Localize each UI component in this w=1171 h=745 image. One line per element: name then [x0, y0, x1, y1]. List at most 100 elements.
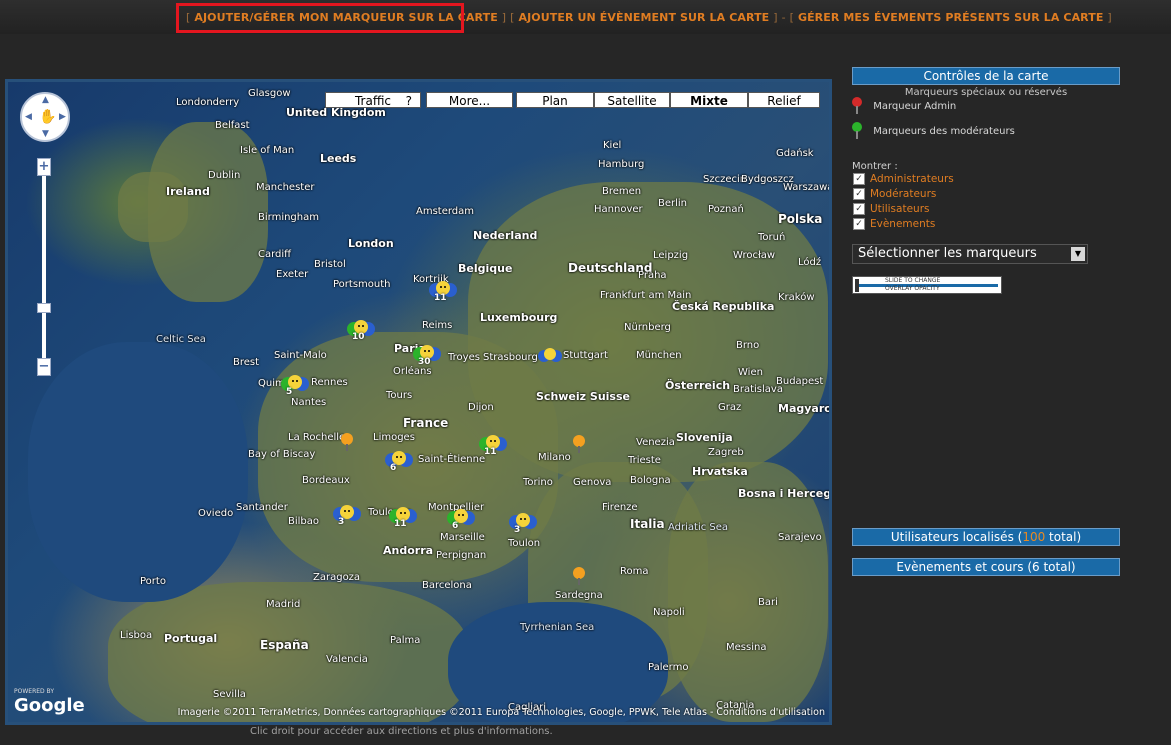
checkbox-admins[interactable]: ✓ Administrateurs	[853, 173, 954, 185]
place-label: Brest	[233, 357, 260, 368]
cluster-marker[interactable]: 5	[280, 372, 309, 397]
cluster-marker[interactable]: 11	[428, 278, 457, 303]
cluster-marker[interactable]: 11	[388, 504, 417, 529]
map-type-plan[interactable]: Plan	[516, 92, 594, 108]
place-label: Berlin	[658, 198, 688, 209]
users-prefix: Utilisateurs localisés (	[890, 530, 1023, 544]
user-marker[interactable]	[538, 344, 562, 366]
cluster-count: 6	[390, 463, 397, 473]
place-label: Londonderry	[176, 97, 240, 108]
cluster-marker[interactable]: 6	[446, 506, 475, 531]
pan-left-icon[interactable]: ◀	[25, 112, 32, 122]
opacity-slider[interactable]: SLIDE TO CHANGE OVERLAY OPACITY	[852, 276, 1002, 294]
place-label: London	[348, 237, 394, 250]
checkbox-label: Evènements	[870, 218, 936, 230]
zoom-in-button[interactable]: +	[37, 158, 51, 176]
traffic-help-icon[interactable]: ?	[406, 93, 412, 109]
checkbox-moderators[interactable]: ✓ Modérateurs	[853, 188, 936, 200]
checkbox-users[interactable]: ✓ Utilisateurs	[853, 203, 929, 215]
pan-control[interactable]: ▲ ▼ ◀ ▶ ✋	[20, 92, 70, 142]
place-label: Poznań	[708, 204, 744, 215]
place-label: Cardiff	[258, 249, 292, 260]
place-label: Magyarország	[778, 402, 829, 415]
add-event-link[interactable]: AJOUTER UN ÉVÈNEMENT SUR LA CARTE	[518, 11, 769, 24]
place-label: Glasgow	[248, 88, 291, 99]
pan-up-icon[interactable]: ▲	[42, 95, 49, 105]
place-label: Italia	[630, 517, 665, 531]
place-label: Österreich	[665, 379, 731, 392]
google-logo[interactable]: POWERED BY Google	[14, 688, 85, 716]
place-label: Ireland	[166, 185, 210, 198]
land-balkans	[668, 462, 828, 722]
more-button[interactable]: More...	[426, 92, 513, 108]
place-label: Firenze	[602, 502, 638, 513]
place-label: Sevilla	[213, 689, 246, 700]
place-label: Bordeaux	[302, 475, 350, 486]
checkbox-events[interactable]: ✓ Evènements	[853, 218, 935, 230]
pan-right-icon[interactable]: ▶	[59, 112, 66, 122]
place-label: Slovenija	[676, 431, 733, 444]
place-label: Messina	[726, 642, 767, 653]
place-label: Orléans	[393, 366, 432, 377]
map-type-mixte[interactable]: Mixte	[670, 92, 748, 108]
map-attribution: Imagerie ©2011 TerraMetrics, Données car…	[177, 707, 825, 718]
checkbox-icon[interactable]: ✓	[853, 203, 865, 215]
cluster-icon	[281, 375, 309, 391]
water-mediterranean	[448, 602, 668, 722]
place-label: Toulon	[508, 538, 541, 549]
localized-users-header[interactable]: Utilisateurs localisés (100 total)	[852, 528, 1120, 546]
zoom-control[interactable]: + −	[37, 158, 51, 376]
place-label: España	[260, 638, 309, 652]
place-label: La Rochelle	[288, 432, 346, 443]
zoom-slider-thumb[interactable]	[37, 303, 51, 313]
event-marker[interactable]	[340, 432, 362, 454]
place-label: Bratislava	[733, 384, 783, 395]
top-nav-bar: [ AJOUTER/GÉRER MON MARQUEUR SUR LA CART…	[0, 0, 1171, 34]
zoom-slider-track[interactable]	[42, 176, 46, 358]
place-label: Exeter	[276, 269, 309, 280]
place-label: Limoges	[373, 432, 415, 443]
separator: -	[781, 11, 786, 24]
cluster-marker[interactable]: 3	[332, 502, 361, 527]
place-label: Bydgoszcz	[741, 174, 794, 185]
cluster-marker[interactable]: 30	[412, 342, 441, 367]
marker-select[interactable]: Sélectionner les marqueurs ▼	[852, 244, 1088, 264]
cluster-marker[interactable]: 11	[478, 432, 507, 457]
map-controls-header: Contrôles de la carte	[852, 67, 1120, 85]
place-label: Polska	[778, 212, 823, 226]
place-label: Hannover	[594, 204, 643, 215]
place-label: Celtic Sea	[156, 334, 206, 345]
place-label: Leeds	[320, 152, 357, 165]
checkbox-icon[interactable]: ✓	[853, 188, 865, 200]
place-label: Zagreb	[708, 447, 744, 458]
opacity-slider-handle[interactable]	[855, 279, 859, 292]
place-label: Palermo	[648, 662, 689, 673]
place-label: Trieste	[628, 455, 661, 466]
checkbox-icon[interactable]: ✓	[853, 218, 865, 230]
place-label: Madrid	[266, 599, 301, 610]
map-type-satellite[interactable]: Satellite	[594, 92, 670, 108]
cluster-icon	[447, 509, 475, 525]
map-canvas[interactable]: Glasgow Londonderry United Kingdom Belfa…	[8, 82, 829, 722]
event-marker[interactable]	[572, 566, 594, 588]
checkbox-icon[interactable]: ✓	[853, 173, 865, 185]
place-label: Luxembourg	[480, 311, 558, 324]
cluster-icon	[333, 505, 361, 521]
place-label: Rennes	[311, 377, 348, 388]
manage-events-link[interactable]: GÉRER MES ÉVEMENTS PRÉSENTS SUR LA CARTE	[798, 11, 1104, 24]
zoom-out-button[interactable]: −	[37, 358, 51, 376]
traffic-button[interactable]: Traffic ?	[325, 92, 421, 108]
place-label: München	[636, 350, 682, 361]
event-marker[interactable]	[572, 434, 594, 456]
highlight-box	[176, 3, 464, 33]
cluster-marker[interactable]: 10	[346, 317, 375, 342]
chevron-down-icon[interactable]: ▼	[1071, 247, 1085, 261]
place-label: Isle of Man	[240, 145, 295, 156]
cluster-marker[interactable]: 6	[384, 448, 413, 473]
legend-admin-label: Marqueur Admin	[873, 101, 957, 112]
map-type-relief[interactable]: Relief	[748, 92, 820, 108]
pan-down-icon[interactable]: ▼	[42, 129, 49, 139]
cluster-count: 10	[352, 332, 365, 342]
events-header[interactable]: Evènements et cours (6 total)	[852, 558, 1120, 576]
cluster-marker[interactable]: 3	[508, 510, 537, 535]
